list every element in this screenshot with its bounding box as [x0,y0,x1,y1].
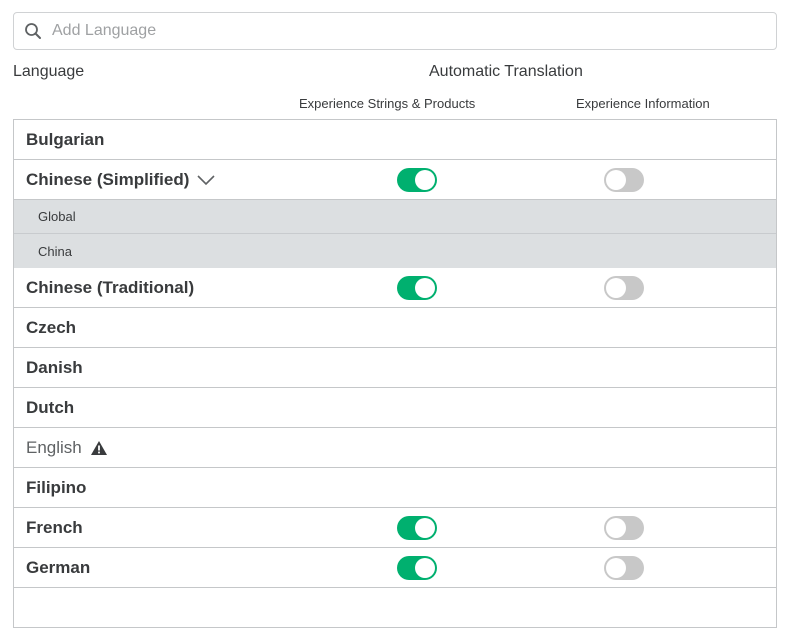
chevron-down-icon[interactable] [197,174,215,186]
language-name: Bulgarian [26,129,105,149]
language-name-wrap: English [26,438,108,458]
language-name: German [26,557,91,577]
automatic-translation-header: Automatic Translation [429,63,583,80]
experience-information-toggle[interactable] [604,515,644,540]
search-field[interactable] [13,12,777,50]
toggle-knob [415,277,435,298]
language-name: Danish [26,357,83,377]
locale-name: China [38,243,72,259]
strings-products-toggle[interactable] [397,555,437,580]
table-row-dutch[interactable]: Dutch [14,388,776,428]
toggle-knob [415,557,435,578]
table-row-french[interactable]: French [14,508,776,548]
strings-products-toggle[interactable] [397,275,437,300]
strings-products-toggle[interactable] [397,515,437,540]
toggle-knob [606,517,626,538]
toggle-knob [606,557,626,578]
table-row-filipino[interactable]: Filipino [14,468,776,508]
table-row-english[interactable]: English [14,428,776,468]
strings-products-toggle[interactable] [397,167,437,192]
toggle-knob [606,169,626,190]
toggle-knob [606,277,626,298]
strings-products-column-header: Experience Strings & Products [299,96,476,111]
toggle-knob [415,517,435,538]
table-row-partial[interactable] [14,588,776,628]
experience-information-toggle[interactable] [604,275,644,300]
table-row-bulgarian[interactable]: Bulgarian [14,120,776,160]
experience-information-toggle[interactable] [604,555,644,580]
table-row-danish[interactable]: Danish [14,348,776,388]
search-input[interactable] [52,22,752,40]
language-name: Czech [26,317,77,337]
subrow-global[interactable]: Global [14,200,776,234]
locale-name: Global [38,209,76,224]
language-name: English [26,437,82,457]
language-name: Dutch [26,397,75,417]
subrow-china[interactable]: China [14,234,776,268]
language-name: Filipino [26,477,87,497]
table-row-chinese-traditional[interactable]: Chinese (Traditional) [14,268,776,308]
language-name: Chinese (Simplified) [26,169,190,189]
search-icon [14,12,52,50]
language-name: Chinese (Traditional) [26,277,195,297]
toggle-knob [415,169,435,190]
experience-information-column-header: Experience Information [576,96,710,111]
experience-information-toggle[interactable] [604,167,644,192]
table-row-czech[interactable]: Czech [14,308,776,348]
language-column-header: Language [13,63,85,80]
warning-icon[interactable] [90,440,108,456]
language-table: Bulgarian Chinese (Simplified) Global Ch… [13,119,777,628]
table-row-german[interactable]: German [14,548,776,588]
language-name: French [26,517,83,537]
table-row-chinese-simplified[interactable]: Chinese (Simplified) [14,160,776,200]
language-name-wrap: Chinese (Simplified) [26,170,215,190]
